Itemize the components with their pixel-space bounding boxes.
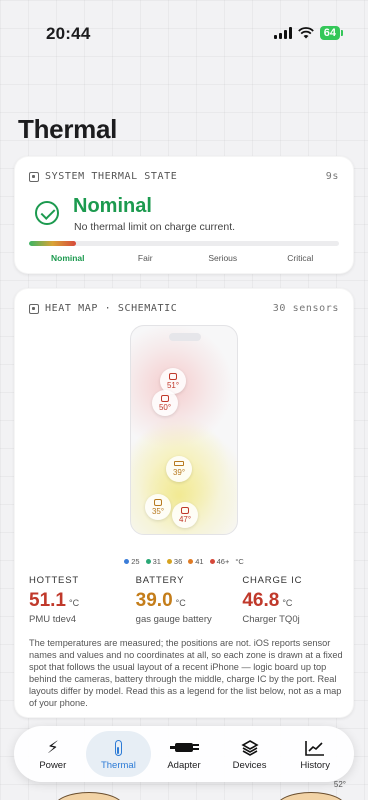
legend-swatch — [124, 559, 130, 564]
legend-swatch — [166, 559, 172, 564]
battery-indicator: 64 — [319, 26, 344, 40]
heat-map-legend: 25 31 36 41 46+ °C — [15, 557, 353, 566]
stat-value: 51.1 °C — [29, 590, 80, 611]
illustration — [54, 792, 124, 800]
legend-item: 25 — [124, 557, 140, 566]
content-peek: 52° — [0, 780, 368, 800]
stat-label: HOTTEST — [29, 575, 79, 586]
thermal-state-description: No thermal limit on charge current. — [74, 221, 236, 233]
illustration — [276, 792, 346, 800]
layers-icon — [240, 738, 259, 758]
thermal-state-bar-fill — [29, 241, 76, 246]
stat-label: CHARGE IC — [242, 575, 303, 586]
tab-devices[interactable]: Devices — [217, 731, 283, 777]
chip-icon — [169, 372, 177, 380]
cellular-signal-icon — [273, 27, 292, 39]
stat-charge-ic: CHARGE IC 46.8 °C Charger TQ0j — [242, 575, 349, 625]
thermometer-icon — [114, 738, 122, 758]
tab-power[interactable]: ⚡ Power — [20, 731, 86, 777]
scale-label-fair: Fair — [137, 253, 153, 263]
phone-schematic: 51° 50° 39° 35° 47° — [130, 325, 238, 535]
chart-icon — [305, 738, 325, 758]
thermal-state-bar — [29, 241, 339, 246]
status-bar: 20:44 64 — [0, 0, 368, 60]
sensor-count: 30 sensors — [272, 303, 339, 314]
plug-icon — [169, 738, 199, 758]
chip-icon — [161, 394, 169, 402]
stat-hottest: HOTTEST 51.1 °C PMU tdev4 — [29, 575, 136, 625]
stat-battery: BATTERY 39.0 °C gas gauge battery — [136, 575, 243, 625]
legend-swatch — [145, 559, 151, 564]
card-title: SYSTEM THERMAL STATE — [45, 171, 178, 182]
heat-map-note: The temperatures are measured; the posit… — [29, 638, 343, 708]
legend-unit: °C — [235, 557, 244, 566]
sensor-marker[interactable]: 39° — [166, 456, 192, 482]
tab-bar: ⚡ Power Thermal Adapter Devices History — [14, 726, 354, 782]
legend-swatch — [209, 559, 215, 564]
legend-item: 36 — [166, 557, 182, 566]
card-header: HEAT MAP · SCHEMATIC 30 sensors — [29, 303, 339, 314]
stat-value: 39.0 °C — [135, 590, 186, 611]
bolt-icon: ⚡ — [46, 737, 59, 757]
update-age: 9s — [325, 171, 339, 182]
phone-icon — [29, 303, 39, 314]
dynamic-island — [169, 333, 201, 341]
legend-item: 31 — [145, 557, 161, 566]
tab-history[interactable]: History — [282, 731, 348, 777]
thermal-state-value: Nominal — [73, 195, 152, 217]
wifi-icon — [297, 27, 314, 39]
sensor-marker[interactable]: 47° — [172, 502, 198, 528]
stat-value: 46.8 °C — [242, 590, 293, 611]
peek-value: 52° — [333, 780, 346, 789]
stat-source: Charger TQ0j — [242, 614, 300, 625]
scale-label-nominal: Nominal — [50, 253, 85, 263]
checkmark-circle-icon — [35, 201, 59, 225]
sensor-marker[interactable]: 35° — [145, 494, 171, 520]
thermal-state-scale: Nominal Fair Serious Critical — [29, 253, 339, 263]
thermal-state-card: SYSTEM THERMAL STATE 9s Nominal No therm… — [14, 156, 354, 274]
legend-swatch — [188, 559, 194, 564]
chip-icon — [29, 171, 39, 182]
stat-label: BATTERY — [135, 575, 185, 586]
card-title: HEAT MAP · SCHEMATIC — [45, 303, 178, 314]
stat-source: gas gauge battery — [135, 614, 212, 625]
legend-item: 46+ — [209, 557, 229, 566]
chip-icon — [181, 506, 189, 514]
tab-adapter[interactable]: Adapter — [151, 731, 217, 777]
tab-thermal[interactable]: Thermal — [85, 731, 152, 777]
charger-icon — [154, 498, 162, 506]
status-time: 20:44 — [46, 24, 91, 43]
card-header: SYSTEM THERMAL STATE 9s — [29, 171, 339, 182]
legend-item: 41 — [188, 557, 204, 566]
heat-map-card: HEAT MAP · SCHEMATIC 30 sensors 51° 50° … — [14, 288, 354, 718]
stat-source: PMU tdev4 — [29, 614, 76, 625]
temperature-stats: HOTTEST 51.1 °C PMU tdev4 BATTERY 39.0 °C … — [29, 575, 349, 625]
scale-label-critical: Critical — [287, 253, 314, 263]
sensor-marker[interactable]: 50° — [152, 390, 178, 416]
scale-label-serious: Serious — [208, 253, 238, 263]
battery-icon — [174, 461, 184, 466]
page-title: Thermal — [18, 114, 118, 144]
status-indicators: 64 — [273, 26, 344, 40]
